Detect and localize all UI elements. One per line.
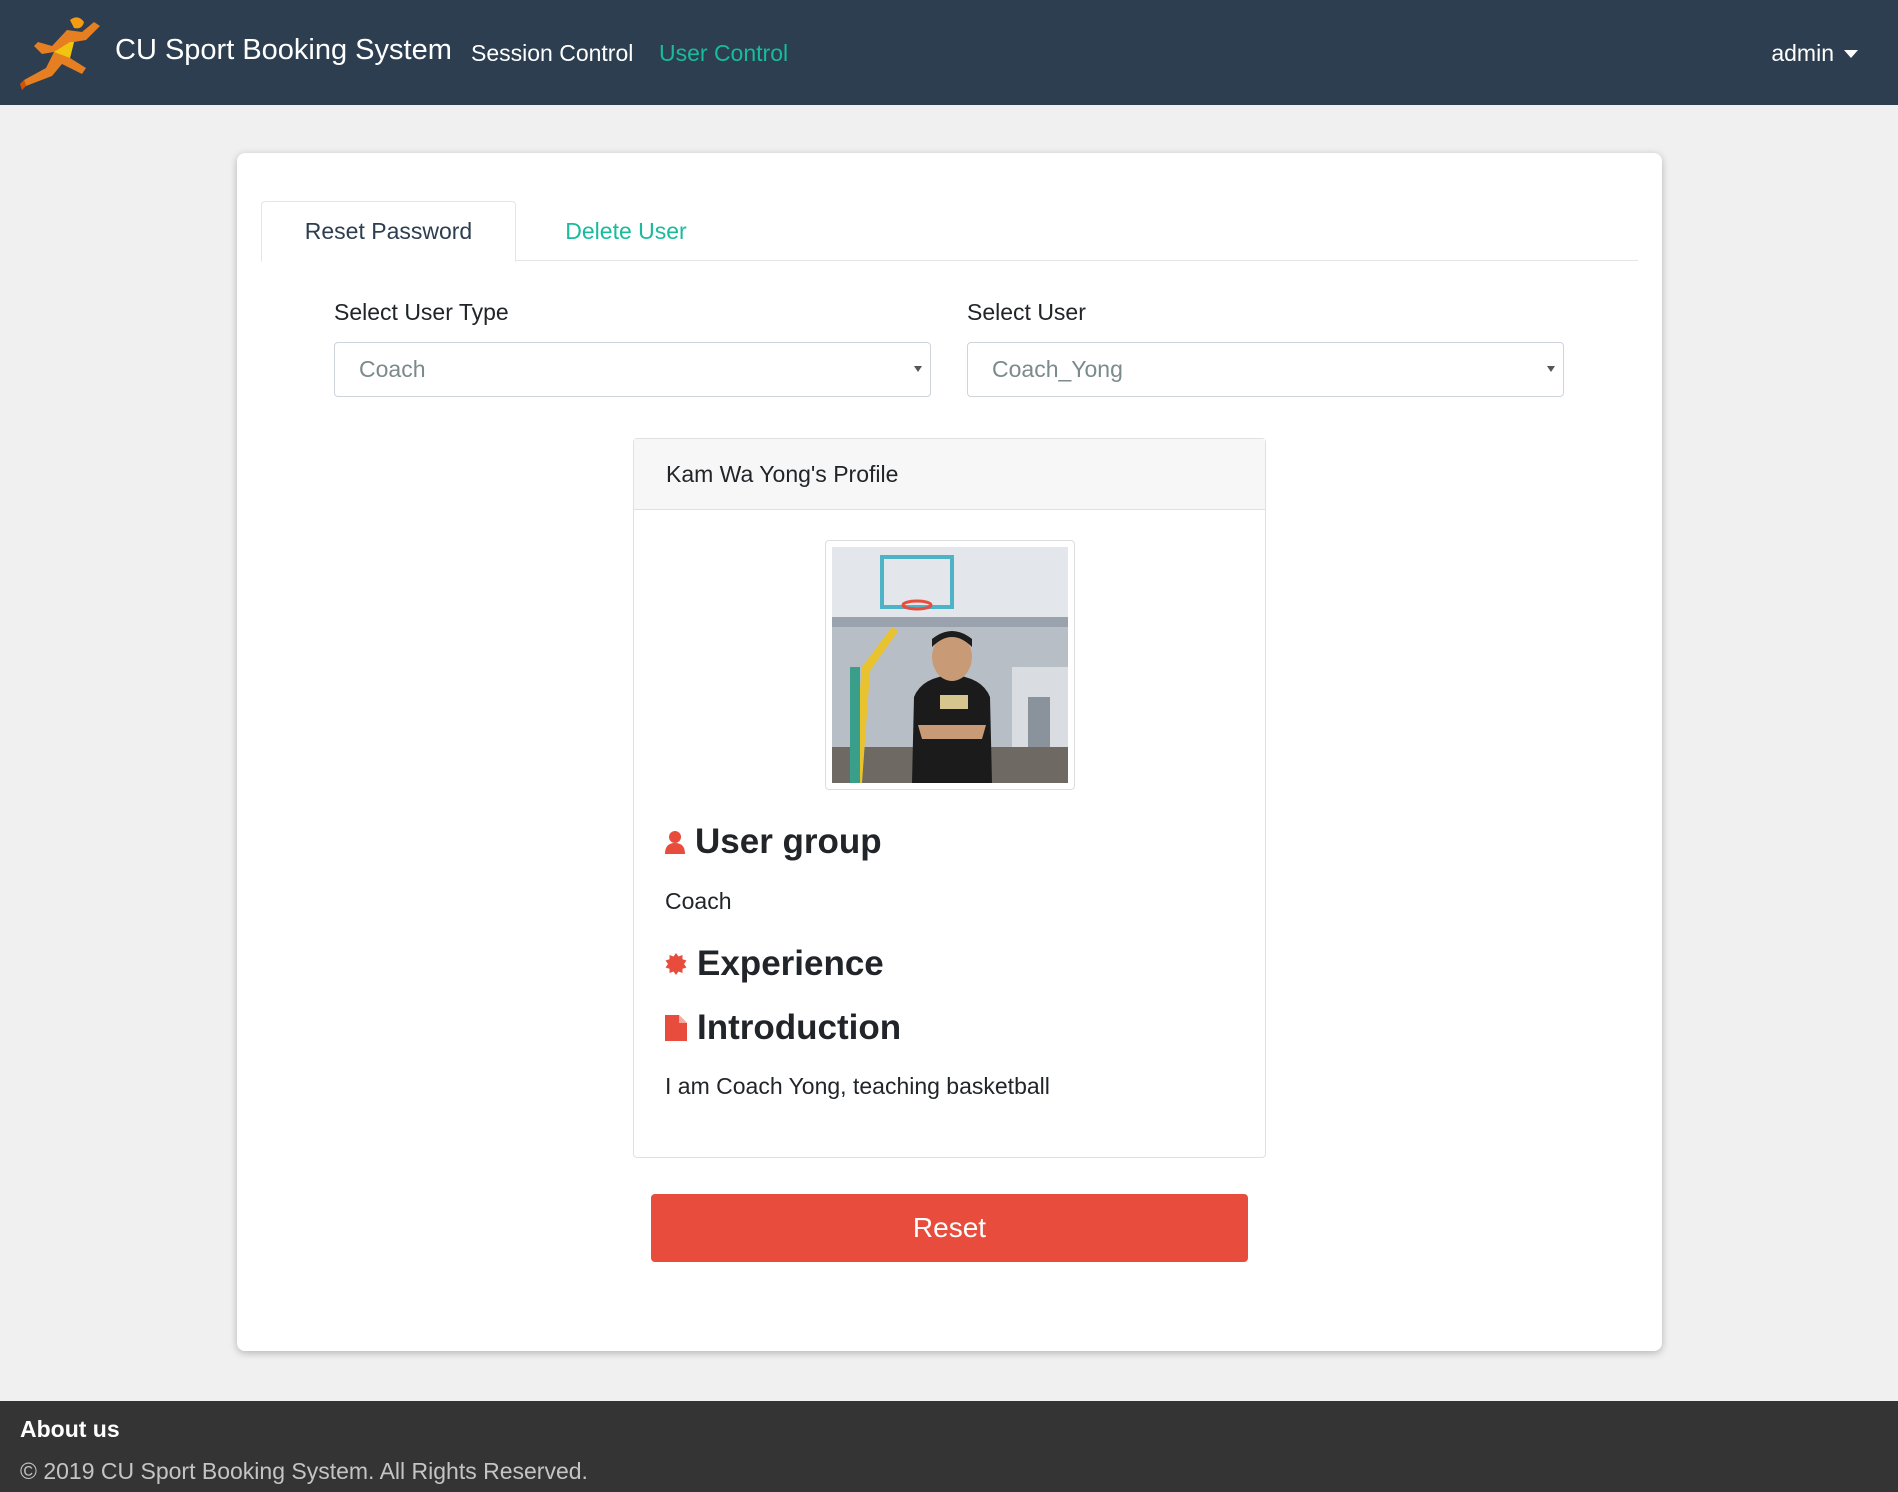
introduction-title-text: Introduction (697, 1008, 902, 1047)
user-select-label: Select User (967, 299, 1086, 325)
tab-bar: Reset Password Delete User (261, 201, 1638, 262)
profile-card: Kam Wa Yong's Profile User group Coach E… (633, 438, 1266, 1158)
certificate-icon (665, 953, 687, 975)
select-arrow-icon (1547, 366, 1555, 372)
profile-header: Kam Wa Yong's Profile (634, 439, 1265, 510)
site-footer: About us © 2019 CU Sport Booking System.… (0, 1401, 1898, 1492)
user-group-title-text: User group (695, 822, 882, 861)
top-navbar: CU Sport Booking System Session Control … (0, 0, 1898, 105)
tab-reset-password[interactable]: Reset Password (261, 201, 516, 262)
user-group-title: User group (665, 822, 882, 862)
user-menu-dropdown[interactable]: admin (1771, 40, 1858, 67)
user-select-value: Coach_Yong (992, 356, 1123, 382)
footer-copyright: © 2019 CU Sport Booking System. All Righ… (20, 1458, 588, 1484)
user-type-select[interactable]: Coach (334, 342, 931, 397)
caret-down-icon (1844, 49, 1858, 58)
user-type-value: Coach (359, 356, 426, 382)
introduction-title: Introduction (665, 1008, 901, 1048)
coach-photo (832, 547, 1068, 783)
runner-logo-icon[interactable] (12, 12, 112, 92)
user-control-card: Reset Password Delete User Select User T… (237, 153, 1662, 1351)
nav-session-control[interactable]: Session Control (471, 40, 633, 67)
profile-photo-frame (825, 540, 1075, 790)
user-select[interactable]: Coach_Yong (967, 342, 1564, 397)
introduction-value: I am Coach Yong, teaching basketball (665, 1073, 1050, 1099)
reset-button[interactable]: Reset (651, 1194, 1248, 1262)
user-group-value: Coach (665, 888, 732, 914)
experience-title-text: Experience (697, 944, 884, 983)
select-arrow-icon (914, 366, 922, 372)
experience-title: Experience (665, 944, 884, 984)
file-icon (665, 1015, 687, 1041)
user-menu-label: admin (1771, 40, 1834, 66)
footer-about-us[interactable]: About us (20, 1416, 120, 1443)
nav-user-control[interactable]: User Control (659, 40, 788, 67)
brand-title[interactable]: CU Sport Booking System (115, 34, 452, 67)
tab-delete-user[interactable]: Delete User (516, 201, 736, 261)
user-icon (665, 831, 685, 854)
user-type-label: Select User Type (334, 299, 509, 325)
